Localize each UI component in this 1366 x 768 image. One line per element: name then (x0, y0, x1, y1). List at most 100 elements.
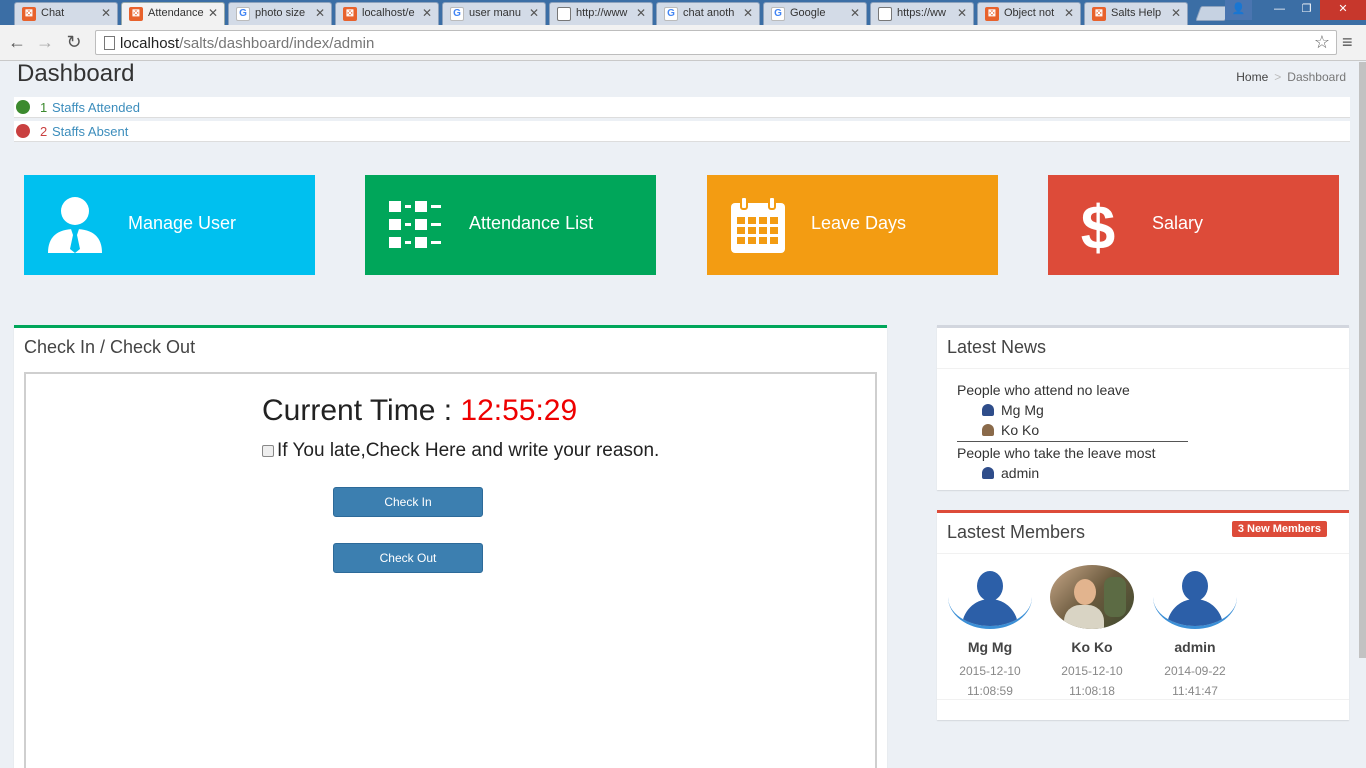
tab-label: chat anoth (683, 7, 735, 19)
close-icon[interactable]: ✕ (850, 6, 860, 20)
current-time: Current Time : 12:55:29 (262, 394, 577, 428)
member-name[interactable]: Ko Ko (1047, 639, 1137, 655)
member-date: 2015-12-10 (959, 664, 1021, 678)
close-icon[interactable]: ✕ (743, 6, 753, 20)
url-path: /salts/dashboard/index/admin (179, 35, 375, 52)
tab-label: Chat (41, 7, 65, 19)
close-icon[interactable]: ✕ (208, 6, 218, 20)
latest-news-box: Latest News People who attend no leave M… (937, 325, 1349, 490)
google-icon: G (450, 7, 464, 21)
latest-members-box: Lastest Members 3 New Members Mg Mg 2015… (937, 510, 1349, 720)
leave-days-tile[interactable]: Leave Days (707, 175, 998, 275)
stat-attended-row: 1 Staffs Attended (14, 97, 1350, 118)
member-card[interactable]: admin 2014-09-22 11:41:47 (1150, 565, 1240, 701)
check-in-button[interactable]: Check In (333, 487, 483, 517)
news-person: admin (957, 463, 1188, 483)
absent-link[interactable]: Staffs Absent (52, 124, 128, 139)
avatar (1050, 565, 1134, 629)
tab-label: user manu (469, 7, 521, 19)
xampp-icon: ⊠ (22, 7, 36, 21)
close-icon[interactable]: ✕ (315, 6, 325, 20)
tab-chat-another[interactable]: G chat anoth ✕ (656, 2, 760, 25)
close-icon[interactable]: ✕ (957, 6, 967, 20)
tab-label: Google (790, 7, 826, 19)
breadcrumb: Home > Dashboard (1236, 70, 1346, 84)
breadcrumb-current: Dashboard (1287, 70, 1346, 84)
google-icon: G (236, 7, 250, 21)
close-icon[interactable]: ✕ (1171, 6, 1181, 20)
tab-localhost[interactable]: ⊠ localhost/e ✕ (335, 2, 439, 25)
latest-members-title: Lastest Members (947, 522, 1086, 542)
check-out-button[interactable]: Check Out (333, 543, 483, 573)
dollar-icon: $ (1081, 195, 1115, 255)
bookmark-star-icon[interactable]: ☆ (1314, 32, 1330, 53)
calendar-icon (731, 196, 785, 253)
maximize-icon[interactable]: ❐ (1293, 0, 1320, 20)
tab-user-manual[interactable]: G user manu ✕ (442, 2, 546, 25)
close-icon[interactable]: ✕ (529, 6, 539, 20)
stat-absent-row: 2 Staffs Absent (14, 121, 1350, 142)
member-joined: 2014-09-22 11:41:47 (1150, 661, 1240, 701)
current-time-value: 12:55:29 (460, 394, 578, 427)
close-icon[interactable]: ✕ (101, 6, 111, 20)
close-icon[interactable]: ✕ (1064, 6, 1074, 20)
tile-label: Salary (1152, 213, 1204, 233)
list-icon (389, 201, 441, 248)
member-name[interactable]: admin (1150, 639, 1240, 655)
back-icon[interactable]: ← (6, 31, 28, 53)
attendance-list-tile[interactable]: Attendance List (365, 175, 656, 275)
forward-icon[interactable]: → (34, 31, 56, 53)
avatar-body (1064, 605, 1104, 629)
tab-label: localhost/e (362, 7, 415, 19)
member-card[interactable]: Mg Mg 2015-12-10 11:08:59 (945, 565, 1035, 701)
tab-salts-help[interactable]: ⊠ Salts Help ✕ (1084, 2, 1188, 25)
google-icon: G (771, 7, 785, 21)
page-icon (557, 7, 571, 21)
window-controls: 👤 — ❐ ✕ (1225, 0, 1366, 20)
late-checkbox[interactable] (262, 445, 274, 457)
tab-photo-size[interactable]: G photo size ✕ (228, 2, 332, 25)
news-person-name: Ko Ko (1001, 422, 1040, 438)
avatar-background (1104, 577, 1126, 617)
page-icon (104, 36, 115, 50)
google-icon: G (664, 7, 678, 21)
tab-object-not[interactable]: ⊠ Object not ✕ (977, 2, 1081, 25)
salary-tile[interactable]: $ Salary (1048, 175, 1339, 275)
url-text: localhost/salts/dashboard/index/admin (120, 35, 374, 52)
close-window-icon[interactable]: ✕ (1320, 0, 1366, 20)
tab-attendance[interactable]: ⊠ Attendance ✕ (121, 2, 225, 26)
latest-news-title: Latest News (947, 337, 1047, 357)
member-name[interactable]: Mg Mg (945, 639, 1035, 655)
current-time-label: Current Time : (262, 394, 461, 427)
url-host: localhost (120, 35, 180, 52)
manage-user-tile[interactable]: Manage User (24, 175, 315, 275)
tab-chat[interactable]: ⊠ Chat ✕ (14, 2, 118, 25)
member-card[interactable]: Ko Ko 2015-12-10 11:08:18 (1047, 565, 1137, 701)
xampp-icon: ⊠ (129, 7, 143, 21)
breadcrumb-home[interactable]: Home (1236, 70, 1268, 84)
profile-icon[interactable]: 👤 (1225, 0, 1252, 20)
checkin-frame: Current Time : 12:55:29 If You late,Chec… (24, 372, 877, 768)
reload-icon[interactable]: ↻ (63, 31, 85, 53)
address-bar[interactable]: localhost/salts/dashboard/index/admin ☆ (95, 30, 1337, 55)
attended-link[interactable]: Staffs Attended (52, 100, 140, 115)
page-scrollbar[interactable] (1359, 62, 1366, 658)
tab-label: Object not (1004, 7, 1055, 19)
browser-tab-strip: ⊠ Chat ✕ ⊠ Attendance ✕ G photo size ✕ ⊠… (0, 0, 1366, 26)
xampp-icon: ⊠ (343, 7, 357, 21)
tab-https[interactable]: https://ww ✕ (870, 2, 974, 25)
news-person-name: Mg Mg (1001, 402, 1044, 418)
menu-icon[interactable]: ≡ (1342, 32, 1353, 53)
leave-heading: People who take the leave most (957, 445, 1156, 461)
tab-label: Salts Help (1111, 7, 1162, 19)
checkin-box: Check In / Check Out Current Time : 12:5… (14, 325, 887, 768)
avatar (1153, 565, 1237, 629)
tab-google[interactable]: G Google ✕ (763, 2, 867, 25)
browser-toolbar: ← → ↻ localhost/salts/dashboard/index/ad… (0, 25, 1366, 61)
xampp-icon: ⊠ (985, 7, 999, 21)
tab-http[interactable]: http://www ✕ (549, 2, 653, 25)
member-time: 11:41:47 (1172, 684, 1218, 698)
minimize-icon[interactable]: — (1266, 0, 1293, 20)
close-icon[interactable]: ✕ (636, 6, 646, 20)
close-icon[interactable]: ✕ (422, 6, 432, 20)
